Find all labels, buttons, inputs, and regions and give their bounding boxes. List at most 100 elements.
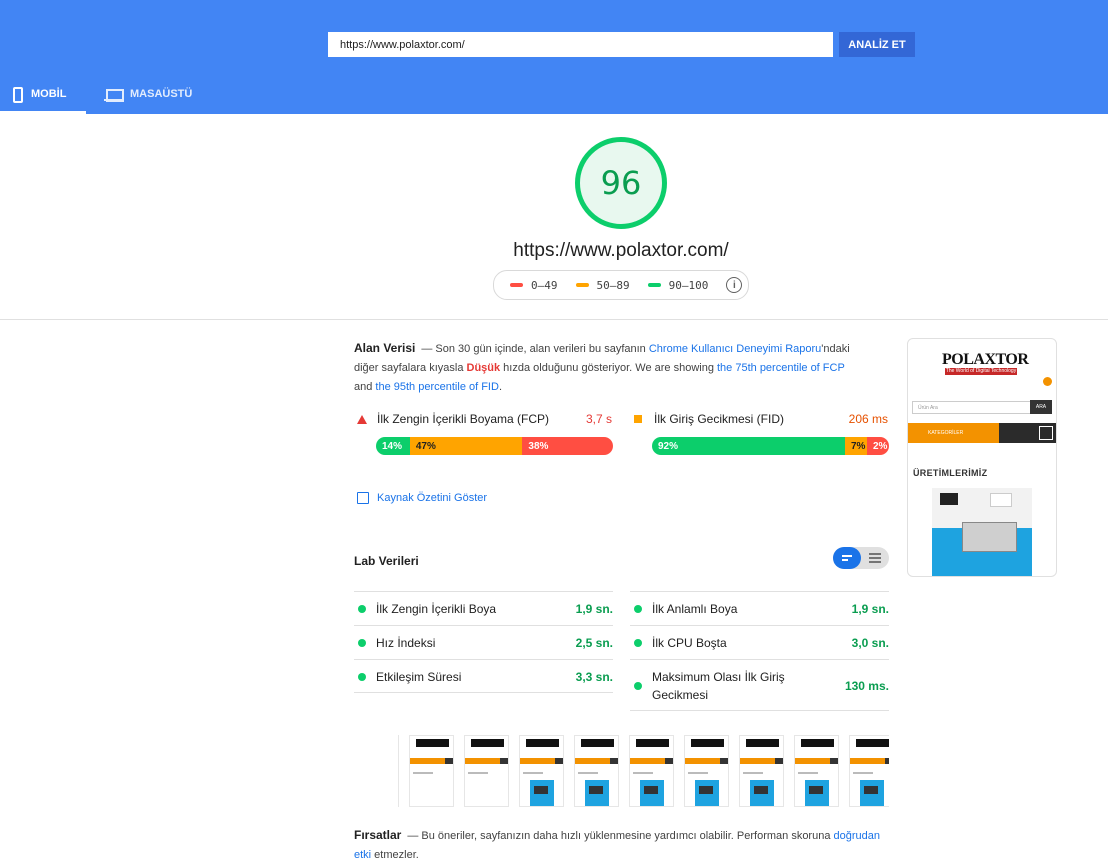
distribution-segment-average: 7% — [845, 437, 867, 455]
desc-text: hızda olduğunu gösteriyor. We are showin… — [500, 362, 717, 374]
tab-desktop[interactable]: MASAÜSTÜ — [104, 78, 214, 114]
fid-metric-header: İlk Giriş Gecikmesi (FID) — [634, 412, 784, 426]
filmstrip-frame — [739, 735, 784, 807]
section-divider — [0, 319, 1108, 320]
distribution-segment-poor: 38% — [522, 437, 613, 455]
summary-view-button[interactable] — [833, 547, 861, 569]
distribution-segment-average: 47% — [409, 437, 523, 455]
filmstrip-frame — [519, 735, 564, 807]
score-gauge: 96 — [575, 137, 667, 229]
filmstrip-frame — [354, 735, 399, 807]
crux-report-link[interactable]: Chrome Kullanıcı Deneyimi Raporu — [649, 343, 821, 355]
pass-dot-icon — [358, 638, 366, 647]
legend-range: 50–89 — [596, 278, 630, 292]
filmstrip-frame — [464, 735, 509, 807]
legend-bar — [575, 283, 589, 287]
fid-label: İlk Giriş Gecikmesi (FID) — [654, 412, 784, 426]
screenshot-product-image — [932, 488, 1032, 576]
lab-metric-label: Etkileşim Süresi — [376, 669, 462, 684]
final-screenshot: POLAXTOR The World of Digital Technology… — [907, 338, 1057, 577]
list-view-button[interactable] — [861, 547, 889, 569]
lab-metric-row: İlk Anlamlı Boya 1,9 sn. — [630, 591, 889, 625]
lab-metric-row: İlk Zengin İçerikli Boya 1,9 sn. — [354, 591, 613, 625]
cart-badge-icon — [1043, 377, 1052, 386]
origin-summary-toggle[interactable]: Kaynak Özetini Göster — [357, 492, 487, 504]
filmstrip-frame — [684, 735, 729, 807]
distribution-segment-good: 92% — [652, 437, 845, 455]
opportunities-description: Fırsatlar — Bu öneriler, sayfanızın daha … — [354, 826, 894, 865]
row-divider — [354, 692, 613, 693]
average-square-icon — [634, 415, 642, 423]
tab-desktop-label: MASAÜSTÜ — [130, 88, 193, 100]
desc-text: — Son 30 gün içinde, alan verileri bu sa… — [421, 343, 649, 355]
lab-metric-value: 1,9 sn. — [575, 601, 613, 616]
filmstrip — [354, 735, 889, 807]
legend-range: 90–100 — [668, 278, 709, 292]
lab-metric-value: 130 ms. — [844, 678, 889, 693]
filmstrip-frame — [794, 735, 839, 807]
fail-triangle-icon — [357, 414, 367, 424]
legend-range: 0–49 — [531, 278, 558, 292]
opportunities-title: Fırsatlar — [354, 828, 402, 842]
screenshot-search-button: ARA — [1030, 400, 1052, 414]
speed-rating: Düşük — [466, 362, 501, 374]
legend-bar — [647, 283, 661, 287]
tab-mobile[interactable]: MOBİL — [0, 78, 86, 114]
analyze-button[interactable]: ANALİZ ET — [839, 32, 915, 57]
pass-dot-icon — [634, 638, 642, 647]
lab-metric-label: İlk CPU Boşta — [652, 635, 727, 650]
distribution-segment-poor: 2% — [867, 437, 889, 455]
desc-text: . — [498, 381, 502, 393]
fid-percentile-link[interactable]: the 95th percentile of FID — [375, 381, 499, 393]
legend-bar — [510, 283, 523, 287]
lab-metric-label: Hız İndeksi — [376, 635, 436, 650]
legend-item-average: 50–89 — [575, 278, 630, 292]
info-icon[interactable]: i — [726, 277, 743, 293]
screenshot-brand-logo: POLAXTOR — [942, 351, 1029, 368]
url-input[interactable] — [328, 32, 833, 57]
lab-metric-row: Etkileşim Süresi 3,3 sn. — [354, 659, 613, 693]
lab-metric-value: 2,5 sn. — [575, 635, 613, 650]
checkbox-icon[interactable] — [357, 492, 369, 504]
lab-metric-row: İlk CPU Boşta 3,0 sn. — [630, 625, 889, 659]
phone-icon — [13, 87, 23, 103]
lab-metric-label: Maksimum Olası İlk Giriş Gecikmesi — [652, 669, 785, 702]
screenshot-search: Ürün Ara — [912, 401, 1035, 414]
row-divider — [630, 710, 889, 711]
pass-dot-icon — [358, 672, 366, 681]
screenshot-heading: ÜRETİMLERİMİZ — [913, 468, 988, 478]
fid-distribution-bar: 92% 7% 2% — [652, 437, 889, 455]
pass-dot-icon — [634, 604, 642, 613]
lab-data-title: Lab Verileri — [354, 554, 419, 568]
lab-metric-value: 3,0 sn. — [851, 635, 889, 650]
fcp-distribution-bar: 14% 47% 38% — [376, 437, 613, 455]
pass-dot-icon — [358, 604, 366, 613]
distribution-segment-good: 14% — [376, 437, 410, 455]
header: ANALİZ ET MOBİL MASAÜSTÜ — [0, 0, 1108, 114]
tab-mobile-label: MOBİL — [31, 88, 67, 100]
filmstrip-frame — [849, 735, 889, 807]
view-toggle[interactable] — [833, 547, 889, 569]
fcp-value: 3,7 s — [585, 412, 612, 426]
origin-summary-label: Kaynak Özetini Göster — [377, 492, 488, 504]
screenshot-category-bar: KATEGORİLER — [908, 423, 1056, 443]
desc-text: etmezler. — [371, 849, 419, 861]
hamburger-icon — [1039, 426, 1053, 440]
fcp-metric-header: İlk Zengin İçerikli Boyama (FCP) — [357, 412, 549, 426]
screenshot-category-label: KATEGORİLER — [928, 430, 964, 436]
lab-metric-label: İlk Zengin İçerikli Boya — [376, 601, 497, 616]
filmstrip-frame — [629, 735, 674, 807]
desc-text: — Bu öneriler, sayfanızın daha hızlı yük… — [407, 830, 834, 842]
lab-metric-label: İlk Anlamlı Boya — [652, 601, 738, 616]
lab-metric-value: 1,9 sn. — [851, 601, 889, 616]
fid-value: 206 ms — [848, 412, 888, 426]
score-legend: 0–49 50–89 90–100 i — [493, 270, 749, 300]
laptop-icon — [104, 89, 124, 102]
fcp-label: İlk Zengin İçerikli Boyama (FCP) — [377, 412, 550, 426]
legend-item-fail: 0–49 — [510, 279, 558, 292]
fcp-percentile-link[interactable]: the 75th percentile of FCP — [717, 362, 845, 374]
lab-metric-row: Hız İndeksi 2,5 sn. — [354, 625, 613, 659]
desc-text: and — [354, 381, 376, 393]
score-value: 96 — [600, 164, 642, 202]
lab-metric-value: 3,3 sn. — [575, 669, 613, 684]
